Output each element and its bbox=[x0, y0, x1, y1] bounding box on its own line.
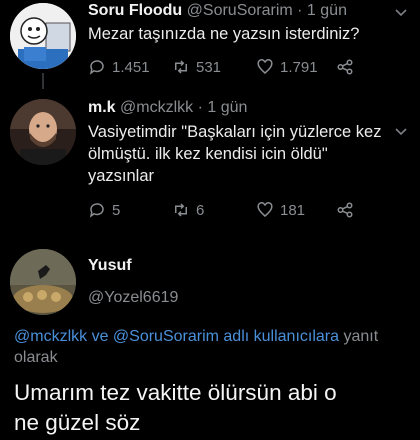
profile-photo bbox=[10, 249, 76, 315]
like-count: 181 bbox=[280, 201, 306, 219]
tweet-text-line: yazsınlar bbox=[88, 167, 155, 185]
profile-photo bbox=[10, 99, 76, 165]
reply-text-input[interactable]: Umarım tez vakitte ölürsün abi o ne güze… bbox=[14, 378, 414, 438]
chevron-down-icon[interactable] bbox=[394, 6, 408, 21]
like-button[interactable]: 181 bbox=[256, 201, 305, 219]
like-icon bbox=[257, 59, 273, 74]
reply-count: 1.451 bbox=[112, 58, 150, 76]
timestamp[interactable]: · 1 gün bbox=[198, 99, 248, 116]
thread-line bbox=[42, 73, 44, 89]
tweet-text: Mezar taşınızda ne yazsın isterdiniz? bbox=[88, 25, 360, 43]
share-icon bbox=[337, 202, 353, 218]
tweet-text-line: Vasiyetimdir "Başkaları için yüzlerce ke… bbox=[88, 123, 382, 141]
reply-count: 5 bbox=[112, 201, 121, 219]
cartoon-avatar-image bbox=[10, 3, 76, 69]
avatar[interactable] bbox=[10, 3, 76, 69]
replying-to: @mckzlkk ve @SoruSorarim adlı kullanıcıl… bbox=[14, 326, 409, 368]
replying-to-suffix: yanıt bbox=[339, 328, 379, 345]
display-name[interactable]: m.k bbox=[88, 99, 116, 116]
retweet-icon bbox=[175, 60, 187, 74]
tweet-text-line: ölmüştü. ilk kez kendisi icin öldü" bbox=[88, 145, 328, 163]
display-name[interactable]: Yusuf bbox=[88, 257, 132, 274]
user-handle[interactable]: @mckzlkk bbox=[120, 99, 193, 116]
tweet-header: Soru Floodu @SoruSorarim · 1 gün bbox=[88, 2, 347, 20]
timestamp[interactable]: · 1 gün bbox=[297, 2, 347, 19]
share-button[interactable] bbox=[336, 58, 354, 76]
reply-icon bbox=[89, 60, 104, 75]
tweet-soru-floodu[interactable]: Soru Floodu @SoruSorarim · 1 gün Mezar t… bbox=[0, 0, 420, 95]
retweet-button[interactable]: 6 bbox=[172, 201, 204, 219]
retweet-icon bbox=[175, 203, 187, 217]
reply-text-line: ne güzel söz bbox=[14, 410, 141, 435]
user-handle[interactable]: @SoruSorarim bbox=[187, 2, 293, 19]
like-icon bbox=[257, 202, 273, 217]
replying-to-users-link[interactable]: @mckzlkk ve @SoruSorarim adlı kullanıcıl… bbox=[14, 328, 339, 345]
share-icon bbox=[337, 59, 353, 75]
like-button[interactable]: 1.791 bbox=[256, 58, 318, 76]
tweet-actions: 1.451 531 1.791 bbox=[88, 58, 410, 80]
tweet-actions: 5 6 181 bbox=[88, 201, 410, 223]
avatar[interactable] bbox=[10, 249, 76, 315]
share-button[interactable] bbox=[336, 201, 354, 219]
retweet-count: 531 bbox=[196, 58, 222, 76]
like-count: 1.791 bbox=[280, 58, 318, 76]
user-handle[interactable]: @Yozel6619 bbox=[88, 289, 178, 306]
tweet-text: Vasiyetimdir "Başkaları için yüzlerce ke… bbox=[88, 121, 381, 187]
composer-handle-row: @Yozel6619 bbox=[88, 289, 178, 307]
reply-icon bbox=[89, 203, 104, 218]
tweet-header: m.k @mckzlkk · 1 gün bbox=[88, 99, 247, 117]
replying-to-line2: olarak bbox=[14, 349, 58, 366]
reply-button[interactable]: 1.451 bbox=[88, 58, 150, 76]
retweet-count: 6 bbox=[196, 201, 205, 219]
avatar[interactable] bbox=[10, 99, 76, 165]
reply-text-line: Umarım tez vakitte ölürsün abi o bbox=[14, 380, 337, 405]
reply-button[interactable]: 5 bbox=[88, 201, 120, 219]
chevron-down-icon[interactable] bbox=[394, 125, 408, 140]
tweet-mk[interactable]: m.k @mckzlkk · 1 gün Vasiyetimdir "Başka… bbox=[0, 73, 420, 235]
composer-header: Yusuf bbox=[88, 257, 132, 275]
retweet-button[interactable]: 531 bbox=[172, 58, 221, 76]
display-name[interactable]: Soru Floodu bbox=[88, 2, 182, 19]
